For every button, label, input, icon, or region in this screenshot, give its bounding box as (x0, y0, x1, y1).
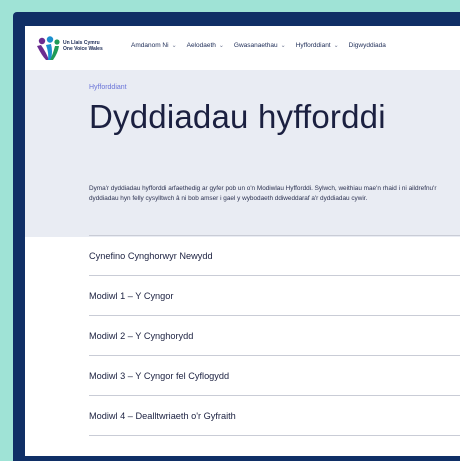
breadcrumb[interactable]: Hyfforddiant (89, 84, 127, 91)
nav-item-label: Hyfforddiant (295, 42, 331, 49)
nav-item-amdanom-ni[interactable]: Amdanom Ni ⌄ (131, 42, 177, 49)
intro-text: Dyma'r dyddiadau hyfforddi arfaethedig a… (89, 185, 437, 202)
nav-item-hyfforddiant[interactable]: Hyfforddiant ⌄ (296, 42, 339, 49)
nav-item-label: Aelodaeth (186, 42, 216, 49)
list-item-label: Modiwl 4 – Dealltwriaeth o'r Gyfraith (89, 410, 236, 421)
nav-item-label: Amdanom Ni (131, 42, 169, 49)
nav-item-label: Gwasanaethau (233, 42, 278, 49)
list-item-label: Modiwl 1 – Y Cyngor (89, 290, 174, 301)
chevron-down-icon: ⌄ (280, 43, 286, 49)
nav-item-label: Digwyddiada (348, 42, 386, 49)
nav-item-aelodaeth[interactable]: Aelodaeth ⌄ (187, 42, 224, 49)
module-list: Cynefino Cynghorwyr Newydd Modiwl 1 – Y … (89, 235, 460, 436)
list-item-modiwl-3[interactable]: Modiwl 3 – Y Cyngor fel Cyflogydd (89, 355, 460, 395)
list-item-modiwl-2[interactable]: Modiwl 2 – Y Cynghorydd (89, 315, 460, 355)
list-item-label: Modiwl 2 – Y Cynghorydd (89, 330, 194, 341)
nav-item-gwasanaethau[interactable]: Gwasanaethau ⌄ (234, 42, 286, 49)
chevron-down-icon: ⌄ (171, 43, 177, 49)
list-item-label: Cynefino Cynghorwyr Newydd (89, 250, 213, 261)
chevron-down-icon: ⌄ (333, 43, 339, 49)
chevron-down-icon: ⌄ (218, 43, 224, 49)
list-item-label: Modiwl 3 – Y Cyngor fel Cyflogydd (89, 370, 230, 381)
list-item-modiwl-4[interactable]: Modiwl 4 – Dealltwriaeth o'r Gyfraith (89, 395, 460, 436)
page-title: Dyddiadau hyfforddi (89, 98, 386, 135)
nav-item-digwyddiadau[interactable]: Digwyddiada (349, 42, 386, 49)
org-logo-icon[interactable] (33, 34, 63, 64)
org-name[interactable]: Un Llais Cymru One Voice Wales (63, 40, 103, 52)
page-hero: Hyfforddiant Dyddiadau hyfforddi Dyma'r … (25, 70, 460, 237)
list-item-modiwl-1[interactable]: Modiwl 1 – Y Cyngor (89, 275, 460, 315)
org-name-line2: One Voice Wales (63, 46, 103, 52)
main-menu: Amdanom Ni ⌄ Aelodaeth ⌄ Gwasanaethau ⌄ … (131, 42, 386, 49)
top-navigation: Un Llais Cymru One Voice Wales Amdanom N… (25, 26, 460, 70)
list-item-cynefino[interactable]: Cynefino Cynghorwyr Newydd (89, 235, 460, 275)
browser-viewport: Un Llais Cymru One Voice Wales Amdanom N… (25, 26, 460, 456)
